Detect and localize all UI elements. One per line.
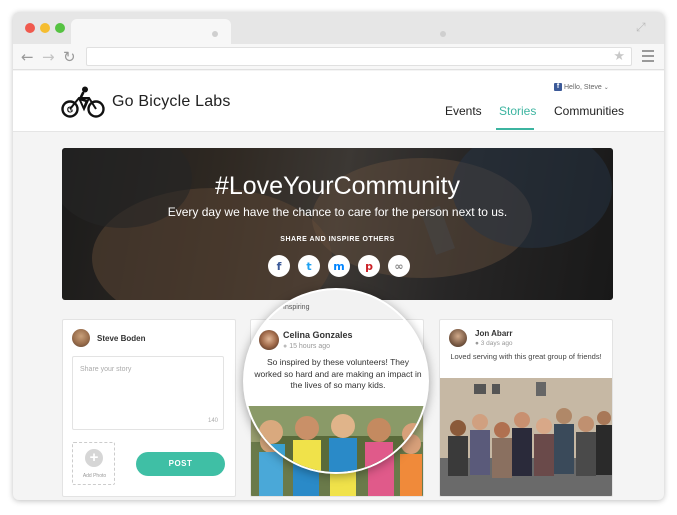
brand-name[interactable]: Go Bicycle Labs — [112, 93, 231, 111]
hamburger-menu-icon[interactable] — [642, 50, 654, 65]
fullscreen-icon[interactable]: ⤢ — [636, 20, 650, 34]
story-time-text: 15 hours ago — [289, 343, 331, 350]
volunteers-photo-magnified — [245, 406, 427, 472]
close-window-button[interactable] — [25, 23, 35, 33]
facebook-share-icon[interactable]: f — [268, 255, 290, 277]
nav-communities[interactable]: Communities — [554, 104, 624, 118]
nav-stories[interactable]: Stories — [499, 104, 536, 118]
twitter-share-icon[interactable]: t — [298, 255, 320, 277]
compose-author-name: Steve Boden — [97, 334, 146, 343]
story-textarea[interactable]: Share your story 140 — [72, 356, 224, 430]
reload-icon[interactable]: ↻ — [63, 47, 76, 67]
story-author-name: Celina Gonzales — [283, 330, 353, 340]
bicycle-logo-icon[interactable]: G — [61, 86, 105, 118]
story-text: Loved serving with this great group of f… — [450, 352, 602, 361]
tab-dot — [212, 31, 218, 37]
add-photo-label: Add Photo — [82, 473, 107, 479]
share-label: SHARE AND INSPIRE OTHERS — [280, 236, 395, 243]
hero-overlay — [62, 148, 613, 300]
plus-icon: + — [85, 449, 103, 467]
browser-window: ⤢ ← → ↻ ★ G Go Bicycle Labs f Hello, Ste… — [13, 12, 664, 500]
address-bar[interactable]: ★ — [86, 47, 632, 66]
pinterest-share-icon[interactable]: p — [358, 255, 380, 277]
account-greeting: Hello, Steve — [564, 83, 602, 91]
site-header: G Go Bicycle Labs f Hello, Steve ⌄ Event… — [13, 71, 664, 132]
compose-card: Steve Boden Share your story 140 + Add P… — [62, 319, 236, 497]
maximize-window-button[interactable] — [55, 23, 65, 33]
tab-dot — [440, 31, 446, 37]
nav-events[interactable]: Events — [445, 104, 482, 118]
story-card-right[interactable]: Jon Abarr ● 3 days ago Loved serving wit… — [439, 319, 613, 497]
story-photo[interactable] — [440, 378, 612, 496]
minimize-window-button[interactable] — [40, 23, 50, 33]
avatar — [259, 330, 279, 350]
story-author-name: Jon Abarr — [475, 329, 513, 338]
story-text: So inspired by these volunteers! They wo… — [254, 357, 422, 390]
star-icon[interactable]: ★ — [613, 48, 625, 66]
clock-icon: ● — [283, 343, 288, 350]
title-bar: ⤢ — [13, 12, 664, 44]
hero-subtitle: Every day we have the chance to care for… — [167, 205, 508, 219]
magnified-story-preview[interactable]: Inspiring Celina Gonzales ● 15 hours ago… — [243, 288, 429, 474]
hero-banner: #LoveYourCommunity Every day we have the… — [62, 148, 613, 300]
post-button[interactable]: POST — [136, 452, 225, 476]
facebook-icon: f — [554, 83, 562, 91]
card-category-label: Inspiring — [283, 304, 310, 311]
arrow-left-icon[interactable]: ← — [21, 47, 34, 67]
avatar — [449, 329, 467, 347]
account-menu[interactable]: f Hello, Steve ⌄ — [554, 83, 609, 91]
share-buttons: f t m p ∞ — [268, 255, 410, 277]
add-photo-button[interactable]: + Add Photo — [72, 442, 115, 485]
active-nav-indicator — [496, 128, 534, 130]
friends-group-photo — [440, 378, 612, 496]
messenger-share-icon[interactable]: m — [328, 255, 350, 277]
avatar — [72, 329, 90, 347]
chevron-down-icon: ⌄ — [603, 83, 609, 91]
browser-tab[interactable] — [71, 19, 231, 44]
clock-icon: ● — [475, 340, 479, 347]
story-time: ● 15 hours ago — [283, 343, 330, 350]
hero-title: #LoveYourCommunity — [214, 172, 461, 200]
story-time: ● 3 days ago — [475, 340, 513, 347]
magnified-card-header: Inspiring — [245, 290, 427, 320]
story-placeholder: Share your story — [80, 366, 132, 373]
link-share-icon[interactable]: ∞ — [388, 255, 410, 277]
arrow-right-icon[interactable]: → — [42, 47, 55, 67]
browser-toolbar: ← → ↻ ★ — [13, 44, 664, 70]
character-count: 140 — [207, 418, 218, 424]
story-time-text: 3 days ago — [480, 340, 513, 347]
